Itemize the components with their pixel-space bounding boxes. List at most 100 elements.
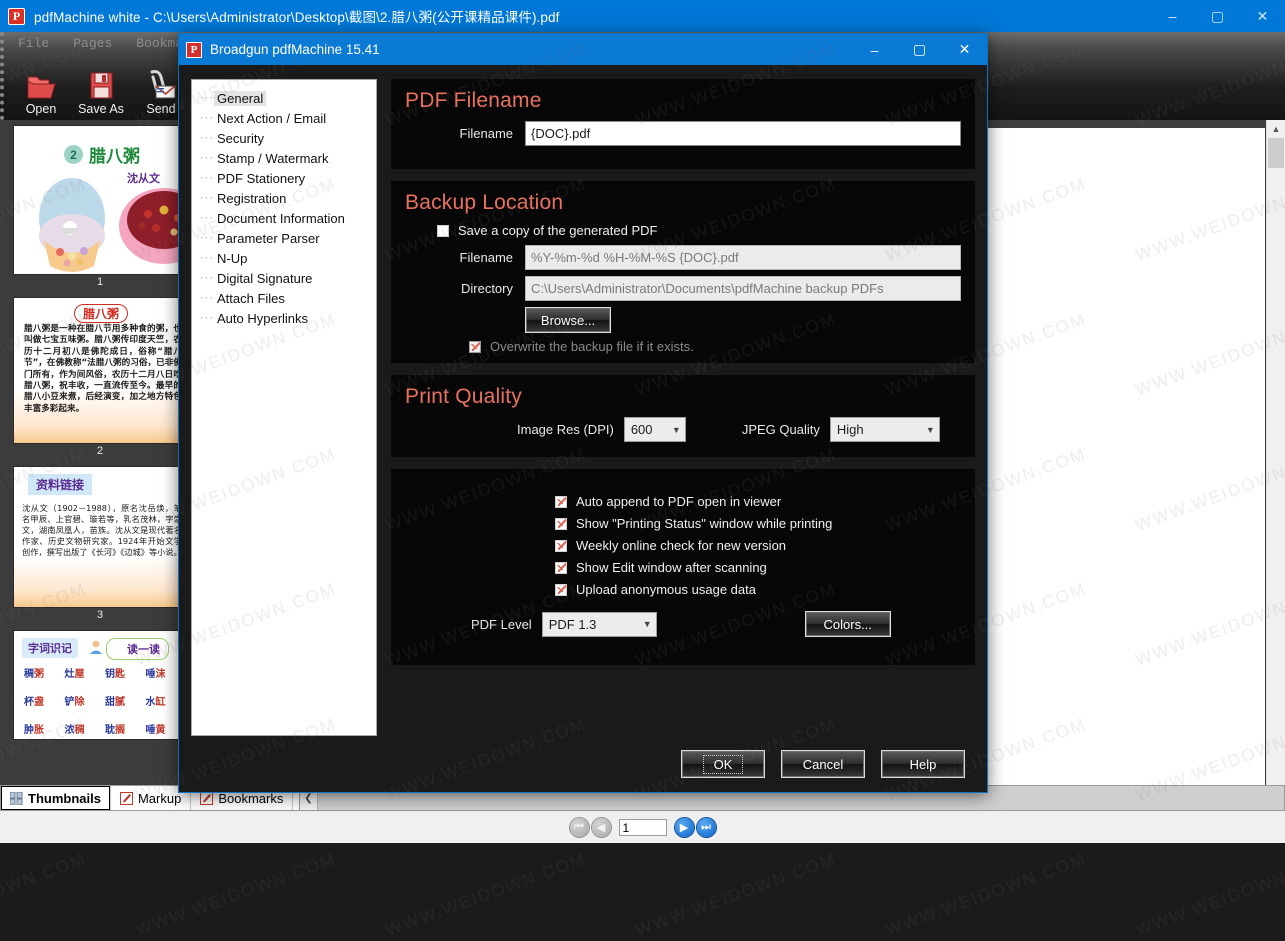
dialog-minimize-button[interactable]: – (852, 34, 897, 65)
tree-branch-icon: ··· (200, 252, 214, 264)
slide-title: 腊八粥 (74, 304, 129, 323)
tree-branch-icon: ··· (200, 172, 214, 184)
cancel-button[interactable]: Cancel (781, 750, 865, 778)
document-vertical-scrollbar[interactable]: ▲ (1266, 120, 1285, 785)
ok-button[interactable]: OK (681, 750, 765, 778)
app-maximize-button[interactable]: ▢ (1195, 0, 1240, 32)
tree-branch-icon: ··· (200, 292, 214, 304)
thumbnail-pane[interactable]: 2 腊八粥 沈从文 1 腊八粥 腊八粥是一种在腊八节用多种食的粥，也叫做七宝五味… (0, 120, 201, 785)
tree-item-attach-files[interactable]: ··· Attach Files (200, 288, 376, 308)
app-close-button[interactable]: ✕ (1240, 0, 1285, 32)
toolbar-label-save-as: Save As (78, 102, 124, 116)
tree-item-next-action-email[interactable]: ··· Next Action / Email (200, 108, 376, 128)
toolbar-button-save-as[interactable]: Save As (74, 65, 128, 116)
tree-item-security[interactable]: ··· Security (200, 128, 376, 148)
colors-button[interactable]: Colors... (804, 611, 891, 637)
slide-title: 资料链接 (28, 474, 93, 495)
weekly-check-checkbox[interactable] (555, 539, 567, 552)
scroll-up-icon[interactable]: ▲ (1267, 120, 1285, 137)
group-heading-print-quality: Print Quality (405, 385, 522, 408)
watermark-text: WWW.WEIDOWN.COM (382, 849, 589, 940)
previous-page-button[interactable]: ◀ (591, 817, 611, 837)
watermark-text: WWW.WEIDOWN.COM (1132, 849, 1285, 940)
save-copy-checkbox[interactable] (437, 224, 449, 237)
dialog-close-button[interactable]: ✕ (942, 34, 987, 65)
chevron-down-icon: ▼ (671, 424, 681, 435)
auto-append-row[interactable]: Auto append to PDF open in viewer (555, 494, 961, 509)
browse-button[interactable]: Browse... (525, 307, 611, 333)
page-number-input[interactable]: 1 (618, 818, 667, 836)
tree-label: Registration (217, 190, 287, 206)
backup-filename-row: Filename %Y-%m-%d %H-%M-%S {DOC}.pdf (405, 245, 961, 270)
tree-branch-icon: ··· (200, 232, 214, 244)
tree-item-pdf-stationery[interactable]: ··· PDF Stationery (200, 168, 376, 188)
open-folder-icon (24, 65, 58, 101)
tree-item-parameter-parser[interactable]: ··· Parameter Parser (200, 228, 376, 248)
tree-label: Attach Files (217, 290, 285, 306)
app-minimize-button[interactable]: – (1150, 0, 1195, 32)
toolbar-label-open: Open (25, 102, 57, 116)
tree-branch-icon: ··· (200, 152, 214, 164)
dpi-select[interactable]: 600 ▼ (623, 417, 686, 442)
pdf-filename-input[interactable]: {DOC}.pdf (525, 121, 961, 146)
printing-status-row[interactable]: Show "Printing Status" window while prin… (555, 516, 961, 531)
tree-branch-icon: ··· (200, 272, 214, 284)
tree-label: Stamp / Watermark (217, 150, 329, 166)
pdf-level-label: PDF Level (471, 616, 532, 632)
scrollbar-thumb[interactable] (1268, 138, 1284, 168)
backup-filename-input[interactable]: %Y-%m-%d %H-%M-%S {DOC}.pdf (525, 245, 961, 270)
auto-append-checkbox[interactable] (555, 495, 567, 508)
group-general-options: Auto append to PDF open in viewer Show "… (391, 469, 975, 665)
backup-directory-label: Directory (460, 281, 513, 296)
last-page-button[interactable]: ⏭ (696, 817, 716, 837)
tree-item-registration[interactable]: ··· Registration (200, 188, 376, 208)
dialog-logo-icon: P (186, 41, 202, 58)
tree-item-digital-signature[interactable]: ··· Digital Signature (200, 268, 376, 288)
thumbnail-item[interactable]: 字词识记 读一读 稠粥 灶屋 钥匙 唾沫 杯盏 铲除 甜腻 水缸 肿胀 浓稠 耽… (0, 631, 200, 739)
page-navigation-bar: ⏮ ◀ 1 ▶ ⏭ (0, 811, 1285, 843)
thumbnail-item[interactable]: 腊八粥 腊八粥是一种在腊八节用多种食的粥，也叫做七宝五味粥。腊八粥传印度天竺，农… (0, 298, 200, 461)
thumbnail-item[interactable]: 2 腊八粥 沈从文 1 (0, 126, 200, 292)
dialog-maximize-button[interactable]: ▢ (897, 34, 942, 65)
tab-thumbnails[interactable]: Thumbnails (1, 786, 111, 810)
tree-label: PDF Stationery (217, 170, 306, 186)
upload-usage-row[interactable]: Upload anonymous usage data (555, 582, 961, 597)
menu-item-file[interactable]: File (18, 36, 49, 51)
toolbar-button-open[interactable]: Open (14, 65, 68, 116)
printing-status-checkbox[interactable] (555, 517, 567, 530)
backup-filename-label: Filename (459, 250, 513, 265)
weekly-check-row[interactable]: Weekly online check for new version (555, 538, 961, 553)
slide-title: 字词识记 (22, 638, 78, 658)
app-title: pdfMachine white - C:\Users\Administrato… (34, 10, 560, 25)
menu-item-pages[interactable]: Pages (73, 36, 112, 51)
printing-status-label: Show "Printing Status" window while prin… (576, 516, 833, 531)
tree-item-document-information[interactable]: ··· Document Information (200, 208, 376, 228)
bookmarks-icon (200, 791, 214, 805)
pdf-filename-label: Filename (459, 126, 513, 141)
backup-directory-input[interactable]: C:\Users\Administrator\Documents\pdfMach… (525, 276, 961, 301)
upload-usage-checkbox[interactable] (555, 583, 567, 596)
tree-item-general[interactable]: ··· General (200, 88, 376, 108)
slide-illustration-left (39, 178, 105, 272)
pdf-level-row: PDF Level PDF 1.3 ▼ Colors... (471, 611, 961, 637)
tree-item-n-up[interactable]: ··· N-Up (200, 248, 376, 268)
tree-item-stamp-watermark[interactable]: ··· Stamp / Watermark (200, 148, 376, 168)
show-edit-window-row[interactable]: Show Edit window after scanning (555, 560, 961, 575)
help-button[interactable]: Help (881, 750, 965, 778)
app-titlebar: P pdfMachine white - C:\Users\Administra… (0, 0, 1285, 32)
jpeg-quality-select[interactable]: High ▼ (829, 417, 940, 442)
tree-item-auto-hyperlinks[interactable]: ··· Auto Hyperlinks (200, 308, 376, 328)
group-backup-location: Backup Location Save a copy of the gener… (391, 181, 975, 363)
thumbnail-item[interactable]: 资料链接 沈从文（1902－1988），原名沈岳焕，笔名甲辰、上官碧、璇若等，乳… (0, 467, 200, 625)
settings-tree[interactable]: ··· General ··· Next Action / Email ··· … (191, 79, 377, 736)
pdf-level-select[interactable]: PDF 1.3 ▼ (541, 611, 657, 637)
next-page-button[interactable]: ▶ (674, 817, 694, 837)
first-page-button[interactable]: ⏮ (569, 817, 589, 837)
save-copy-checkbox-row[interactable]: Save a copy of the generated PDF (437, 223, 961, 238)
print-quality-row: Image Res (DPI) 600 ▼ JPEG Quality High … (517, 417, 961, 442)
thumbnail-number: 1 (96, 276, 104, 288)
chevron-down-icon: ▼ (642, 619, 652, 629)
show-edit-window-checkbox[interactable] (555, 561, 567, 574)
tree-branch-icon: ··· (200, 212, 214, 224)
tree-branch-icon: ··· (200, 112, 214, 124)
